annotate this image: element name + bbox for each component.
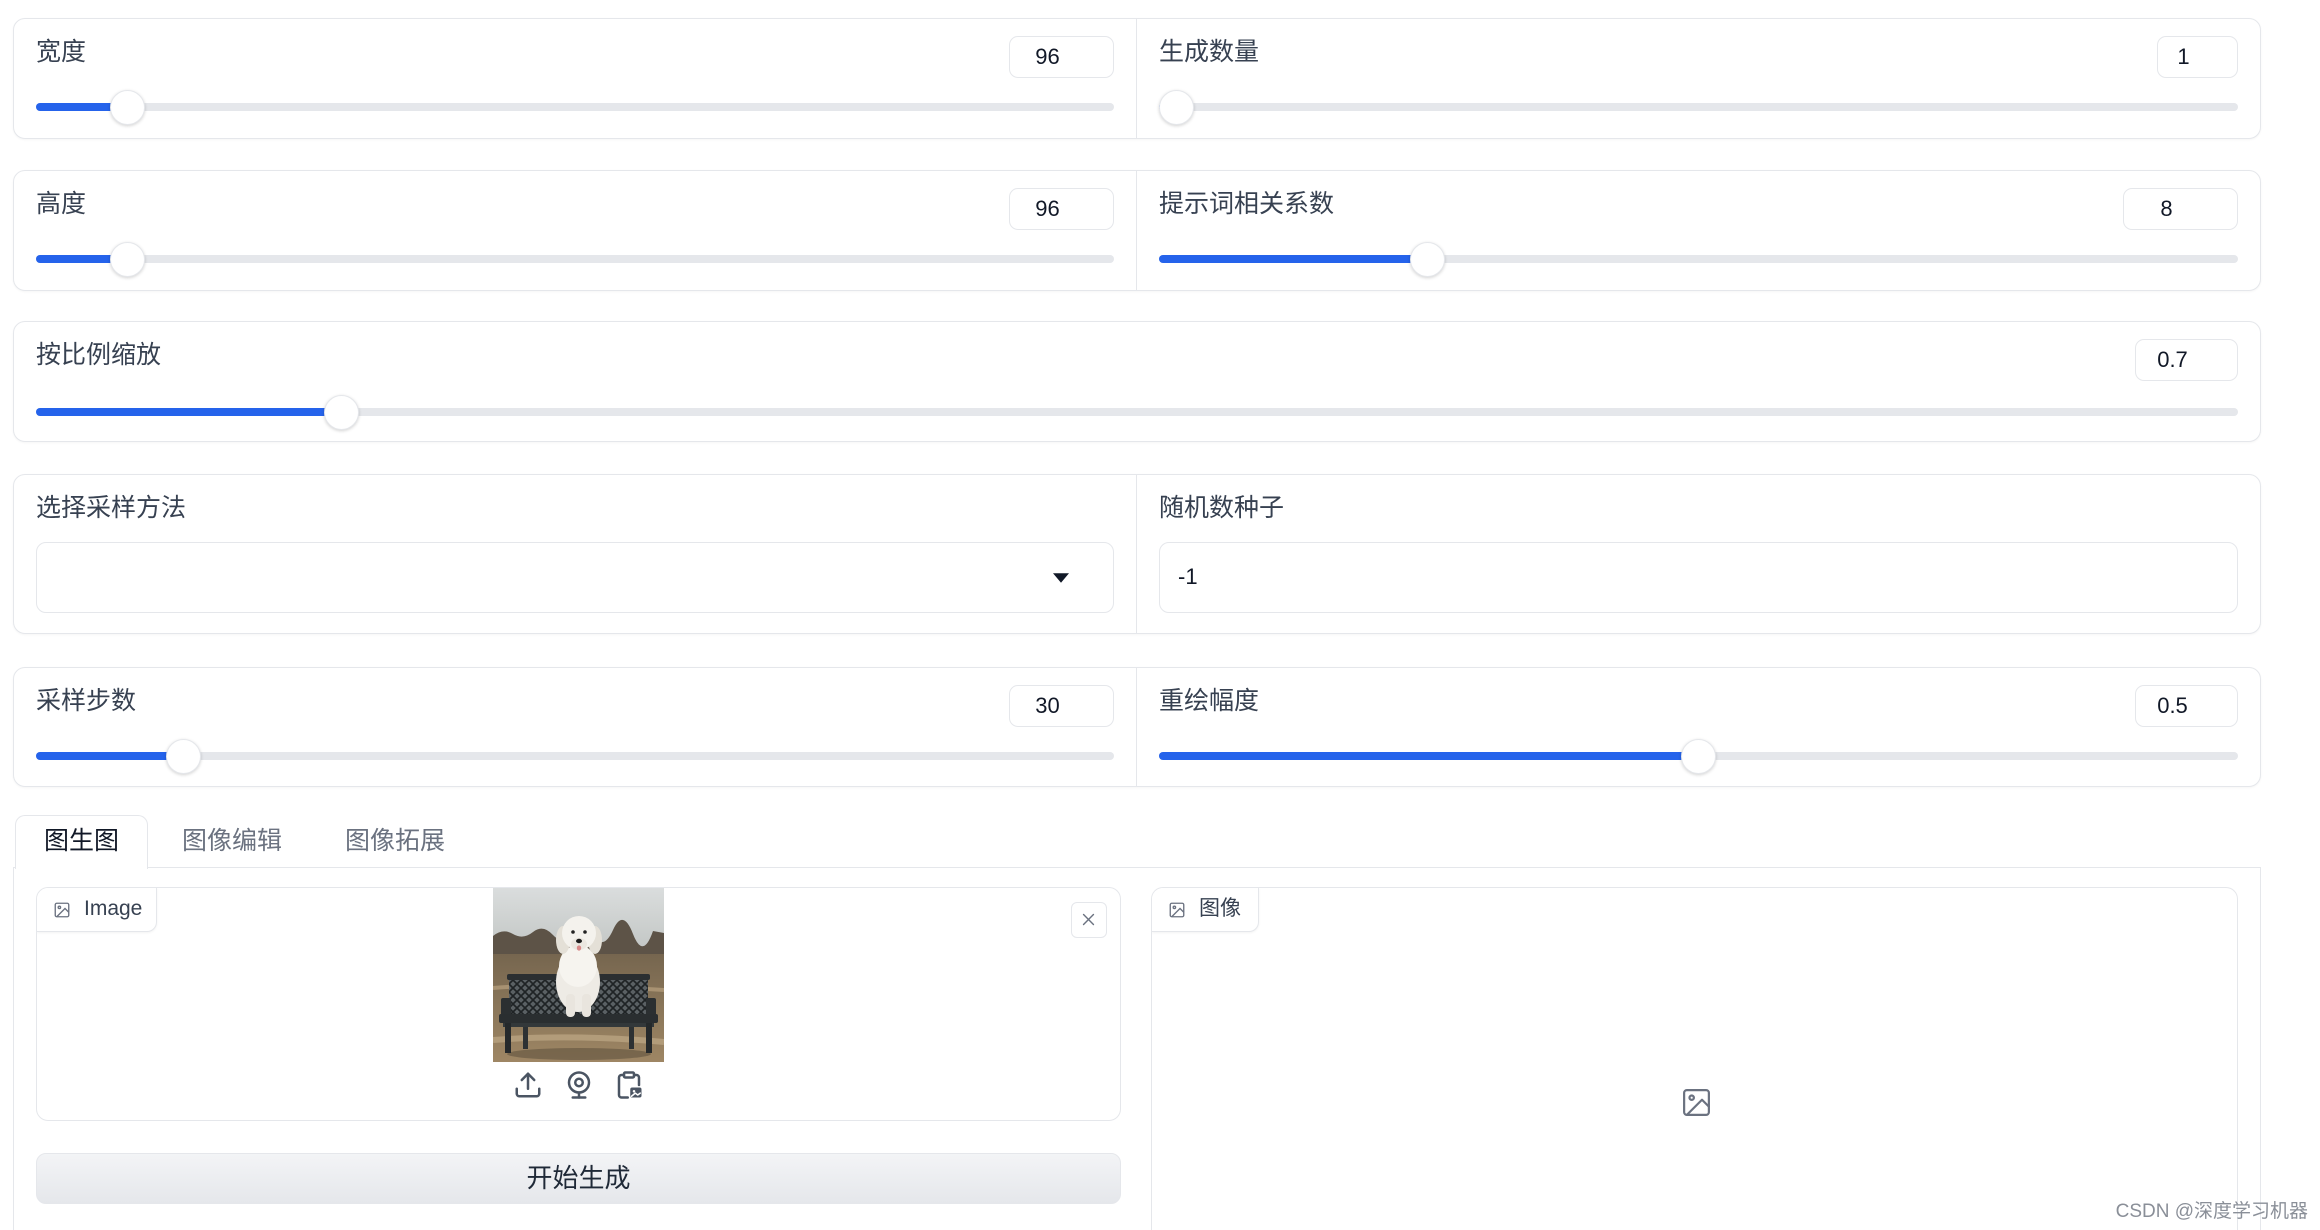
- tab-image-edit[interactable]: 图像编辑: [153, 815, 311, 867]
- height-slider-thumb[interactable]: [110, 241, 146, 277]
- seed-value: -1: [1178, 564, 1198, 589]
- height-slider-block: 高度 96: [14, 171, 1136, 290]
- chevron-down-icon: [1053, 573, 1069, 583]
- steps-slider[interactable]: [36, 738, 1114, 774]
- steps-slider-fill: [36, 752, 184, 760]
- input-image-label: Image: [84, 897, 143, 920]
- steps-slider-block: 采样步数 30: [14, 668, 1136, 786]
- steps-number-input[interactable]: 30: [1009, 685, 1114, 727]
- cfg-slider-thumb[interactable]: [1409, 241, 1445, 277]
- batch-slider-thumb[interactable]: [1159, 89, 1194, 125]
- generate-button[interactable]: 开始生成: [36, 1153, 1121, 1204]
- strength-slider[interactable]: [1159, 738, 2238, 774]
- sampler-block: 选择采样方法: [14, 475, 1136, 633]
- dog-on-bench-photo: [493, 888, 664, 1062]
- steps-slider-thumb[interactable]: [166, 738, 202, 774]
- strength-slider-thumb[interactable]: [1681, 738, 1716, 774]
- batch-label: 生成数量: [1159, 38, 1260, 66]
- image-icon: [54, 902, 70, 918]
- upload-icon[interactable]: [513, 1070, 543, 1100]
- image-icon: [1169, 902, 1185, 918]
- tab-image-outpaint[interactable]: 图像拓展: [316, 815, 474, 867]
- cfg-label: 提示词相关系数: [1159, 190, 1335, 218]
- batch-slider[interactable]: [1159, 89, 2238, 125]
- height-number-input[interactable]: 96: [1009, 188, 1114, 230]
- strength-slider-fill: [1159, 752, 1699, 760]
- row-width-batch: 宽度 96 生成数量 1: [13, 18, 2261, 139]
- cfg-slider-block: 提示词相关系数 8: [1136, 171, 2260, 290]
- strength-number-input[interactable]: 0.5: [2135, 685, 2238, 727]
- strength-label: 重绘幅度: [1159, 687, 1260, 715]
- steps-label: 采样步数: [36, 687, 137, 715]
- cfg-slider[interactable]: [1159, 241, 2238, 277]
- tab-img2img[interactable]: 图生图: [15, 815, 149, 869]
- row-scale: 按比例缩放 0.7: [13, 321, 2261, 442]
- width-label: 宽度: [36, 38, 87, 66]
- batch-slider-block: 生成数量 1: [1136, 19, 2260, 138]
- output-image-badge: 图像: [1152, 888, 1259, 932]
- row-steps-strength: 采样步数 30 重绘幅度 0.5: [13, 667, 2261, 787]
- clipboard-icon[interactable]: [614, 1070, 644, 1100]
- seed-input[interactable]: -1: [1159, 542, 2238, 613]
- tab-bar: 图生图 图像编辑 图像拓展: [13, 815, 2261, 869]
- webcam-icon[interactable]: [564, 1070, 594, 1100]
- width-number-input[interactable]: 96: [1009, 36, 1114, 78]
- clear-image-button[interactable]: [1071, 902, 1107, 938]
- strength-slider-block: 重绘幅度 0.5: [1136, 668, 2260, 786]
- cfg-number-input[interactable]: 8: [2123, 188, 2238, 230]
- scale-number-input[interactable]: 0.7: [2135, 339, 2238, 381]
- watermark: CSDN @深度学习机器: [2115, 1201, 2308, 1222]
- scale-label: 按比例缩放: [36, 341, 162, 369]
- height-label: 高度: [36, 190, 87, 218]
- sampler-label: 选择采样方法: [36, 494, 187, 522]
- sampler-dropdown[interactable]: [36, 542, 1114, 613]
- cfg-slider-fill: [1159, 255, 1428, 263]
- batch-number-input[interactable]: 1: [2157, 36, 2238, 78]
- close-icon: [1082, 913, 1095, 926]
- width-slider-thumb[interactable]: [110, 89, 146, 125]
- output-image: 图像: [1151, 887, 2238, 1230]
- row-height-cfg: 高度 96 提示词相关系数 8: [13, 170, 2261, 291]
- width-slider[interactable]: [36, 89, 1114, 125]
- width-slider-block: 宽度 96: [14, 19, 1136, 138]
- input-image-upload[interactable]: Image: [36, 887, 1121, 1121]
- row-sampler-seed: 选择采样方法 随机数种子 -1: [13, 474, 2261, 634]
- scale-slider-block: 按比例缩放 0.7: [14, 322, 2260, 441]
- scale-slider[interactable]: [36, 394, 2238, 430]
- scale-slider-fill: [36, 408, 342, 416]
- scale-slider-thumb[interactable]: [324, 394, 360, 430]
- output-image-label: 图像: [1199, 897, 1241, 920]
- seed-block: 随机数种子 -1: [1136, 475, 2260, 633]
- input-image-badge: Image: [37, 888, 157, 932]
- height-slider[interactable]: [36, 241, 1114, 277]
- image-placeholder-icon: [1683, 1089, 1710, 1116]
- seed-label: 随机数种子: [1159, 494, 1285, 522]
